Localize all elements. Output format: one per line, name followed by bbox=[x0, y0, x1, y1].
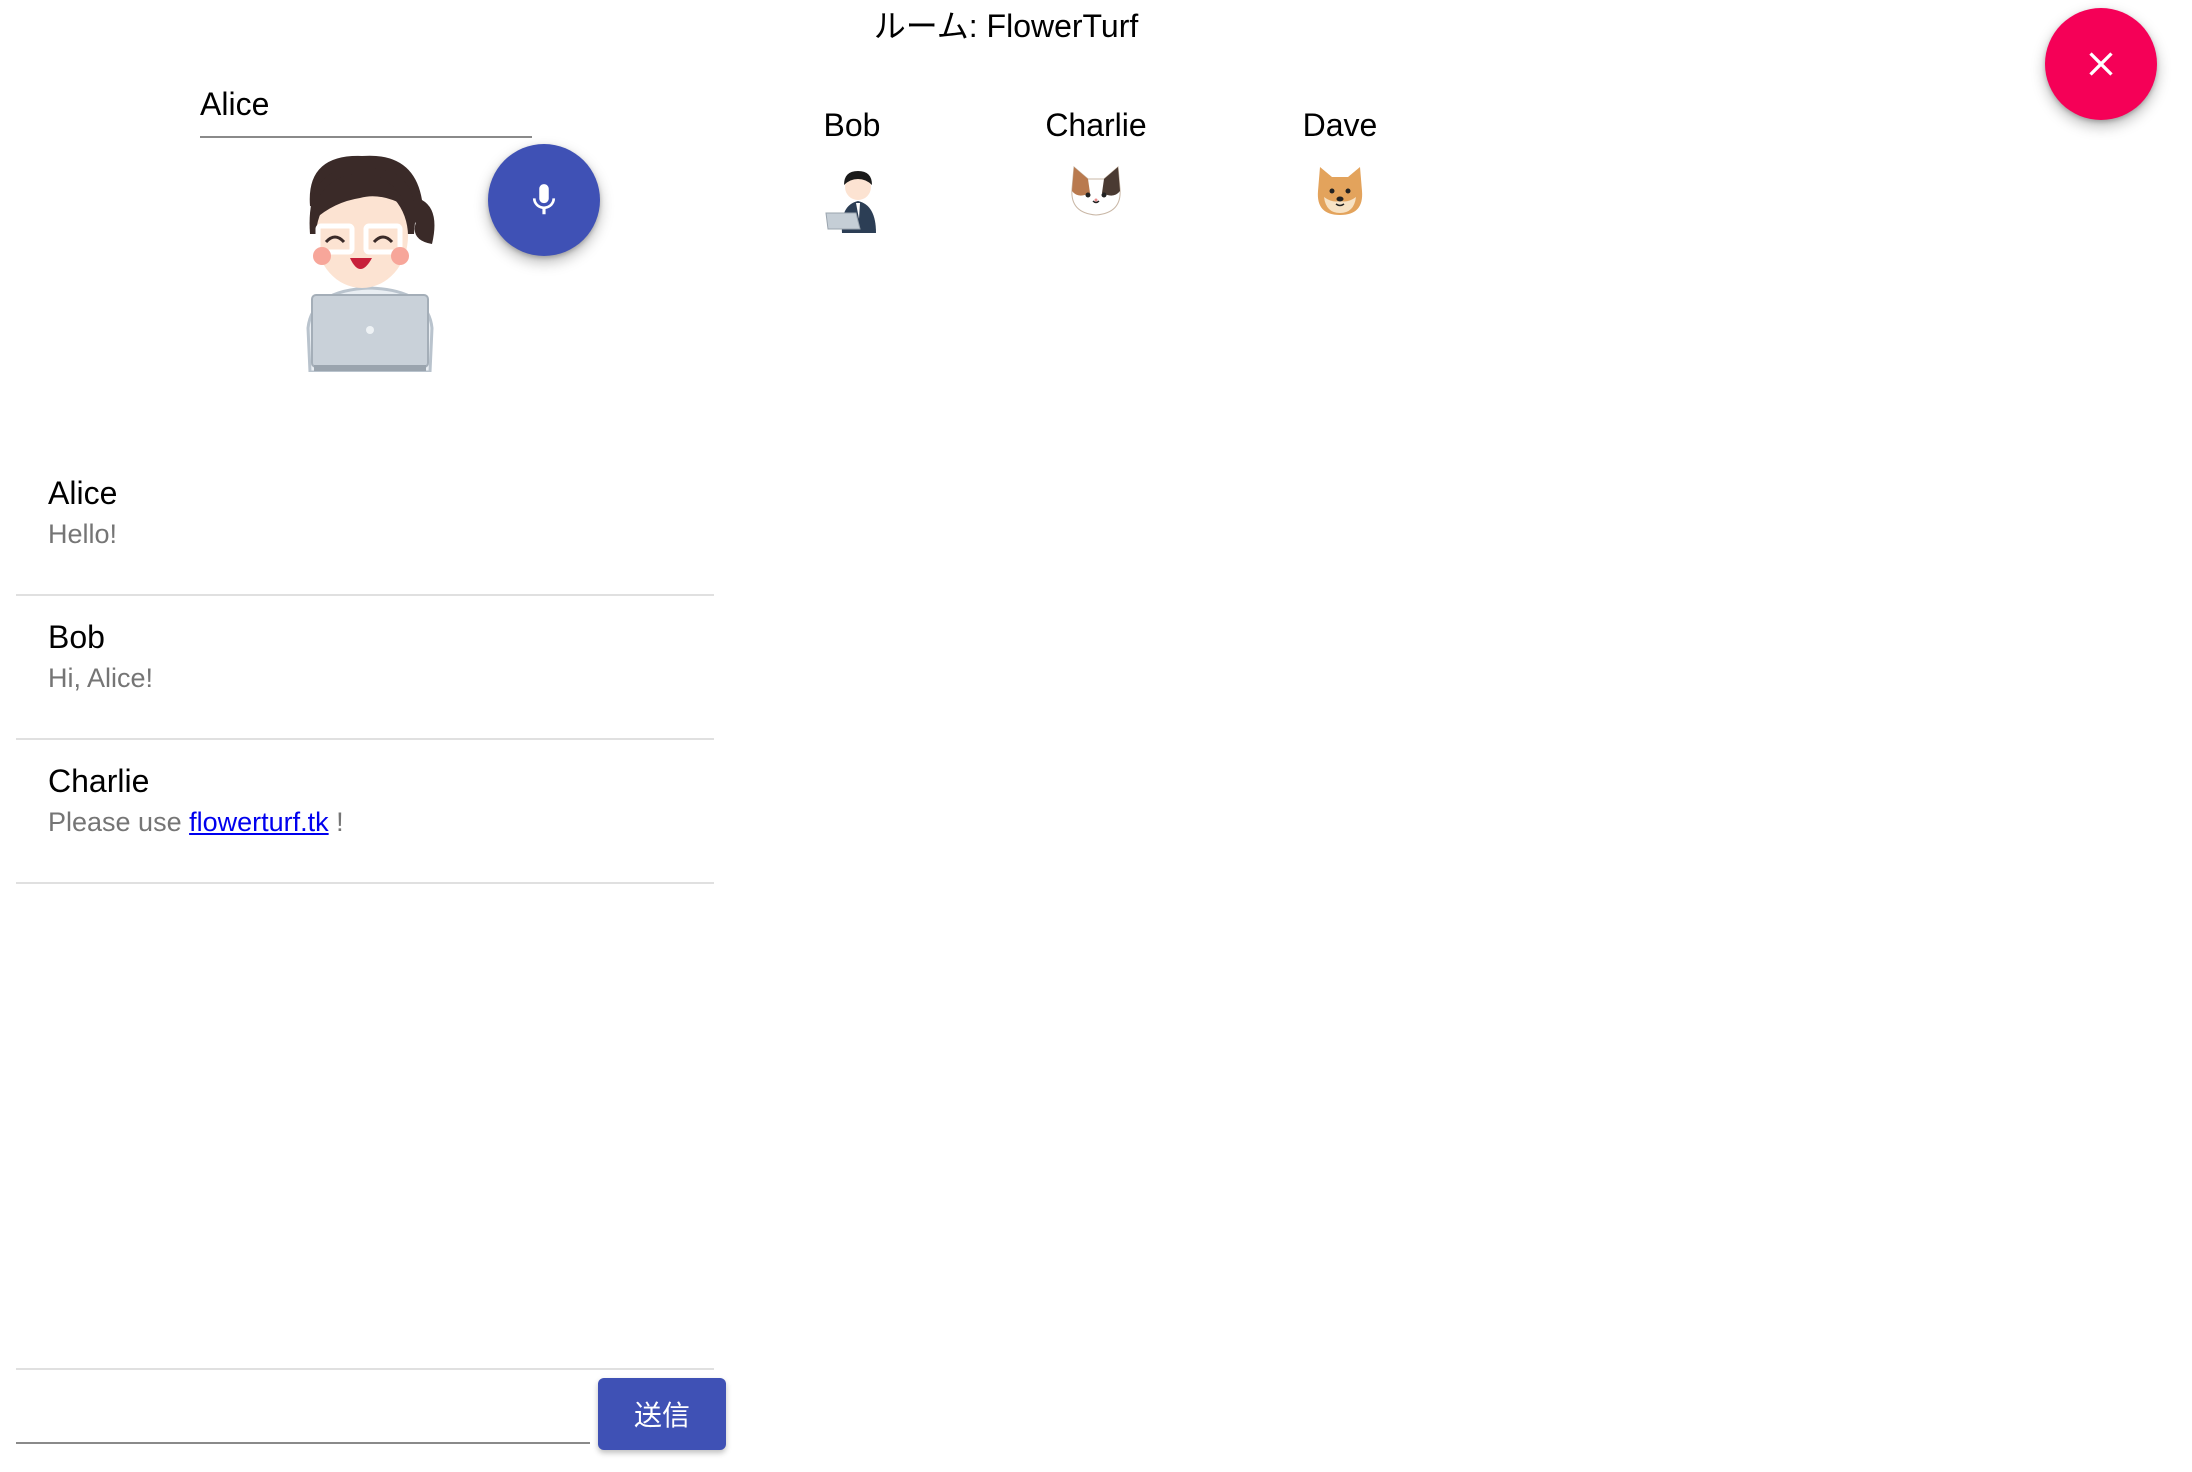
peer-name: Dave bbox=[1302, 107, 1378, 143]
peer-tile-dave: Dave bbox=[1240, 103, 1440, 219]
close-button[interactable] bbox=[2045, 8, 2157, 120]
chat-message: Charlie Please use flowerturf.tk ! bbox=[16, 740, 714, 884]
message-text: Please use flowerturf.tk ! bbox=[48, 802, 714, 842]
send-button[interactable]: 送信 bbox=[598, 1378, 726, 1450]
chat-message: Bob Hi, Alice! bbox=[16, 596, 714, 740]
composer-divider bbox=[16, 1368, 714, 1370]
close-icon bbox=[2089, 52, 2113, 76]
message-sender: Bob bbox=[48, 619, 105, 655]
message-field[interactable] bbox=[16, 1386, 590, 1444]
message-input[interactable] bbox=[16, 1386, 590, 1440]
dog-avatar-icon bbox=[1317, 167, 1363, 215]
peer-tile-bob: Bob bbox=[752, 103, 952, 233]
cat-avatar-icon bbox=[1071, 165, 1121, 216]
name-field[interactable] bbox=[200, 76, 532, 138]
businessman-avatar-icon bbox=[825, 171, 876, 233]
chat-list: Alice Hello! Bob Hi, Alice! Charlie Plea… bbox=[16, 452, 714, 884]
message-text-before: Please use bbox=[48, 807, 190, 837]
self-avatar-icon bbox=[306, 155, 435, 372]
mic-icon bbox=[532, 184, 556, 215]
message-sender: Charlie bbox=[48, 763, 150, 799]
chat-message: Alice Hello! bbox=[16, 452, 714, 596]
peer-tile-charlie: Charlie bbox=[996, 103, 1196, 219]
message-text: Hi, Alice! bbox=[48, 663, 154, 693]
peer-name: Bob bbox=[823, 107, 881, 143]
message-link[interactable]: flowerturf.tk bbox=[189, 807, 329, 837]
message-sender: Alice bbox=[48, 475, 118, 511]
mic-button[interactable] bbox=[488, 144, 600, 256]
name-input[interactable] bbox=[200, 76, 532, 132]
message-text: Hello! bbox=[48, 519, 118, 549]
peer-name: Charlie bbox=[1045, 107, 1147, 143]
message-text-after: ! bbox=[328, 807, 344, 837]
room-title: ルーム: FlowerTurf bbox=[873, 8, 1139, 44]
